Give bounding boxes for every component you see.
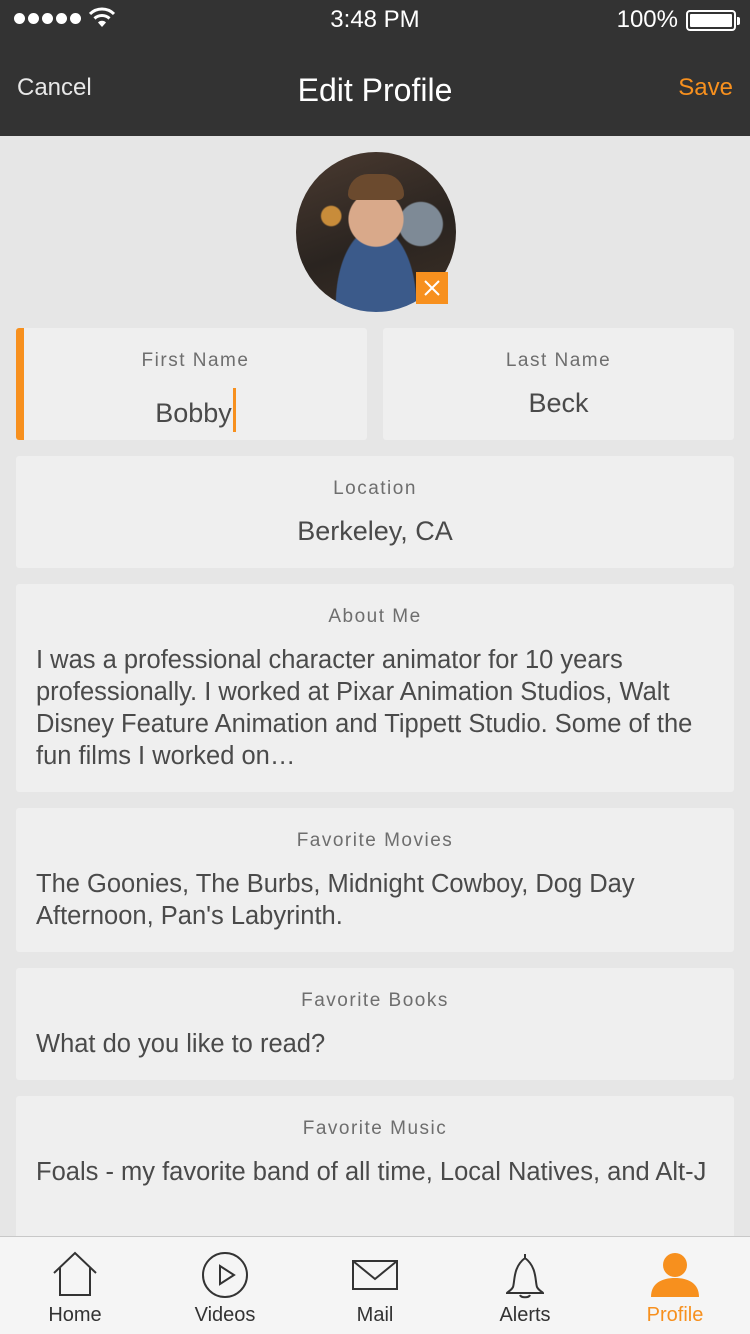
text-cursor xyxy=(232,388,236,432)
last-name-field[interactable]: Last Name Beck xyxy=(383,328,734,440)
favorite-books-input[interactable]: What do you like to read? xyxy=(36,1028,714,1060)
play-icon xyxy=(202,1252,248,1298)
close-icon xyxy=(424,280,440,296)
location-field[interactable]: Location Berkeley, CA xyxy=(16,456,734,568)
first-name-field[interactable]: First Name Bobby xyxy=(16,328,367,440)
favorite-movies-field[interactable]: Favorite Movies The Goonies, The Burbs, … xyxy=(16,808,734,952)
page-title: Edit Profile xyxy=(297,72,453,108)
favorite-music-label: Favorite Music xyxy=(302,1118,448,1139)
favorite-books-field[interactable]: Favorite Books What do you like to read? xyxy=(16,968,734,1080)
remove-photo-button[interactable] xyxy=(416,272,448,304)
tab-videos-label: Videos xyxy=(194,1304,256,1326)
tab-mail[interactable]: Mail xyxy=(300,1237,450,1334)
tab-home[interactable]: Home xyxy=(0,1237,150,1334)
tab-alerts[interactable]: Alerts xyxy=(450,1237,600,1334)
person-icon xyxy=(651,1253,699,1297)
mail-icon xyxy=(352,1260,398,1290)
tab-bar: Home Videos Mail Alerts Profile xyxy=(0,1236,750,1334)
favorite-music-field[interactable]: Favorite Music Foals - my favorite band … xyxy=(16,1096,734,1246)
tab-profile[interactable]: Profile xyxy=(600,1237,750,1334)
tab-mail-label: Mail xyxy=(356,1304,394,1326)
location-label: Location xyxy=(333,478,417,499)
about-me-input[interactable]: I was a professional character animator … xyxy=(36,644,714,772)
first-name-input[interactable]: Bobby xyxy=(24,388,367,432)
home-icon xyxy=(53,1251,97,1296)
tab-profile-label: Profile xyxy=(646,1304,704,1326)
favorite-movies-label: Favorite Movies xyxy=(296,830,454,851)
favorite-music-input[interactable]: Foals - my favorite band of all time, Lo… xyxy=(36,1156,714,1188)
battery-icon xyxy=(686,10,740,31)
about-me-label: About Me xyxy=(328,606,422,627)
save-button[interactable]: Save xyxy=(678,74,733,102)
tab-videos[interactable]: Videos xyxy=(150,1237,300,1334)
first-name-label: First Name xyxy=(141,350,250,371)
first-name-value: Bobby xyxy=(155,398,232,428)
about-me-field[interactable]: About Me I was a professional character … xyxy=(16,584,734,792)
favorite-books-label: Favorite Books xyxy=(301,990,449,1011)
location-input[interactable]: Berkeley, CA xyxy=(16,516,734,547)
bell-icon xyxy=(505,1254,545,1299)
tab-alerts-label: Alerts xyxy=(499,1304,551,1326)
last-name-label: Last Name xyxy=(505,350,612,371)
tab-home-label: Home xyxy=(48,1304,102,1326)
status-bar: 3:48 PM 100% xyxy=(0,0,750,40)
last-name-input[interactable]: Beck xyxy=(383,388,734,419)
favorite-movies-input[interactable]: The Goonies, The Burbs, Midnight Cowboy,… xyxy=(36,868,714,932)
battery-percentage: 100% xyxy=(616,6,678,33)
header: 3:48 PM 100% Cancel Edit Profile Save xyxy=(0,0,750,136)
